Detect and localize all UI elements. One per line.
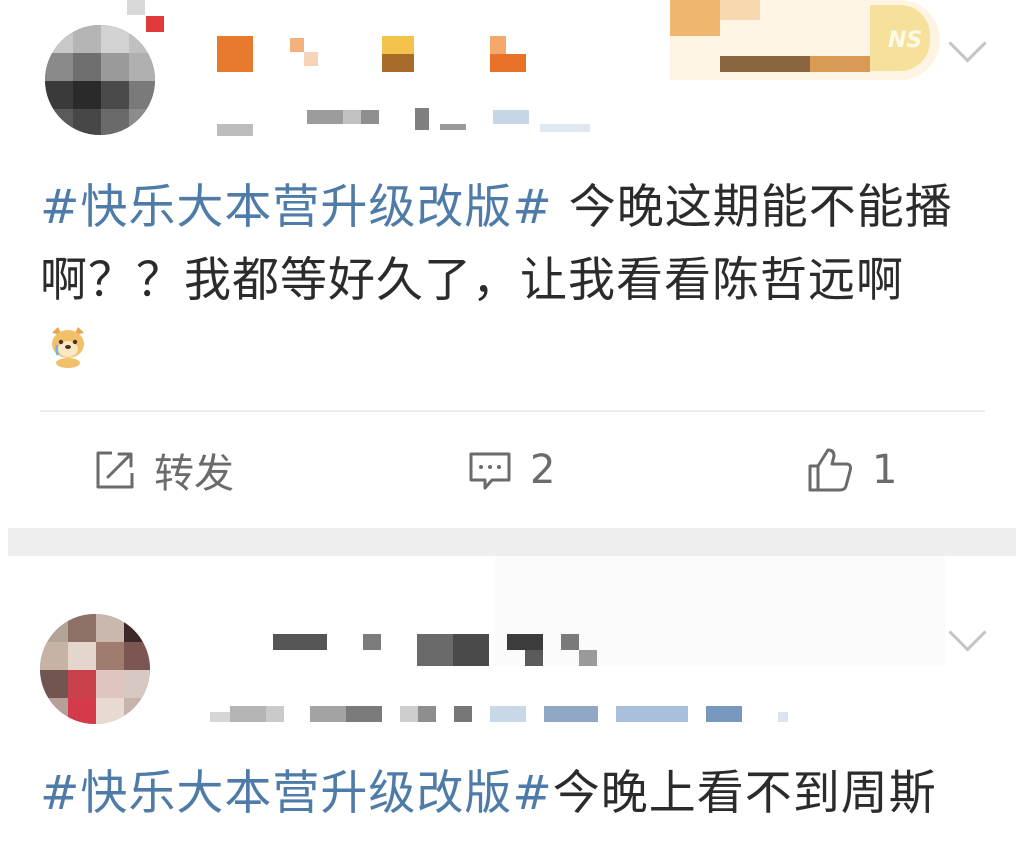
feed: NS #快乐大本营升级改版# 今晚这期能不能播啊？？我都等好久了，让我看看陈哲远… (0, 0, 1024, 855)
share-icon (96, 451, 134, 489)
thumbs-up-icon (808, 448, 852, 492)
dog-crying-emoji-icon (52, 327, 84, 368)
comment-button[interactable]: 2 (466, 440, 555, 500)
badge-pixel (127, 0, 145, 15)
avatar[interactable] (40, 614, 150, 724)
avatar-mosaic (40, 614, 150, 724)
divider (40, 410, 985, 412)
chevron-down-icon[interactable] (948, 24, 987, 63)
feed-separator (8, 528, 1016, 556)
post-text: #快乐大本营升级改版#今晚上看不到周斯 (40, 757, 1000, 830)
post-text: #快乐大本营升级改版# 今晚这期能不能播啊？？我都等好久了，让我看看陈哲远啊 (40, 171, 1000, 317)
post-body: 今晚上看不到周斯 (552, 766, 937, 821)
like-count: 1 (872, 447, 898, 493)
hashtag-link[interactable]: #快乐大本营升级改版# (40, 766, 553, 821)
hashtag-link[interactable]: #快乐大本营升级改版# (40, 180, 553, 235)
repost-label: 转发 (154, 451, 234, 497)
comment-icon (469, 452, 511, 490)
avatar[interactable] (45, 25, 155, 135)
badge-pixel (146, 16, 164, 32)
post-card[interactable]: NS #快乐大本营升级改版# 今晚这期能不能播啊？？我都等好久了，让我看看陈哲远… (0, 0, 1024, 528)
avatar-mosaic (45, 25, 155, 135)
repost-button[interactable]: 转发 (92, 440, 234, 500)
comment-count: 2 (530, 447, 556, 493)
like-button[interactable]: 1 (804, 440, 897, 500)
